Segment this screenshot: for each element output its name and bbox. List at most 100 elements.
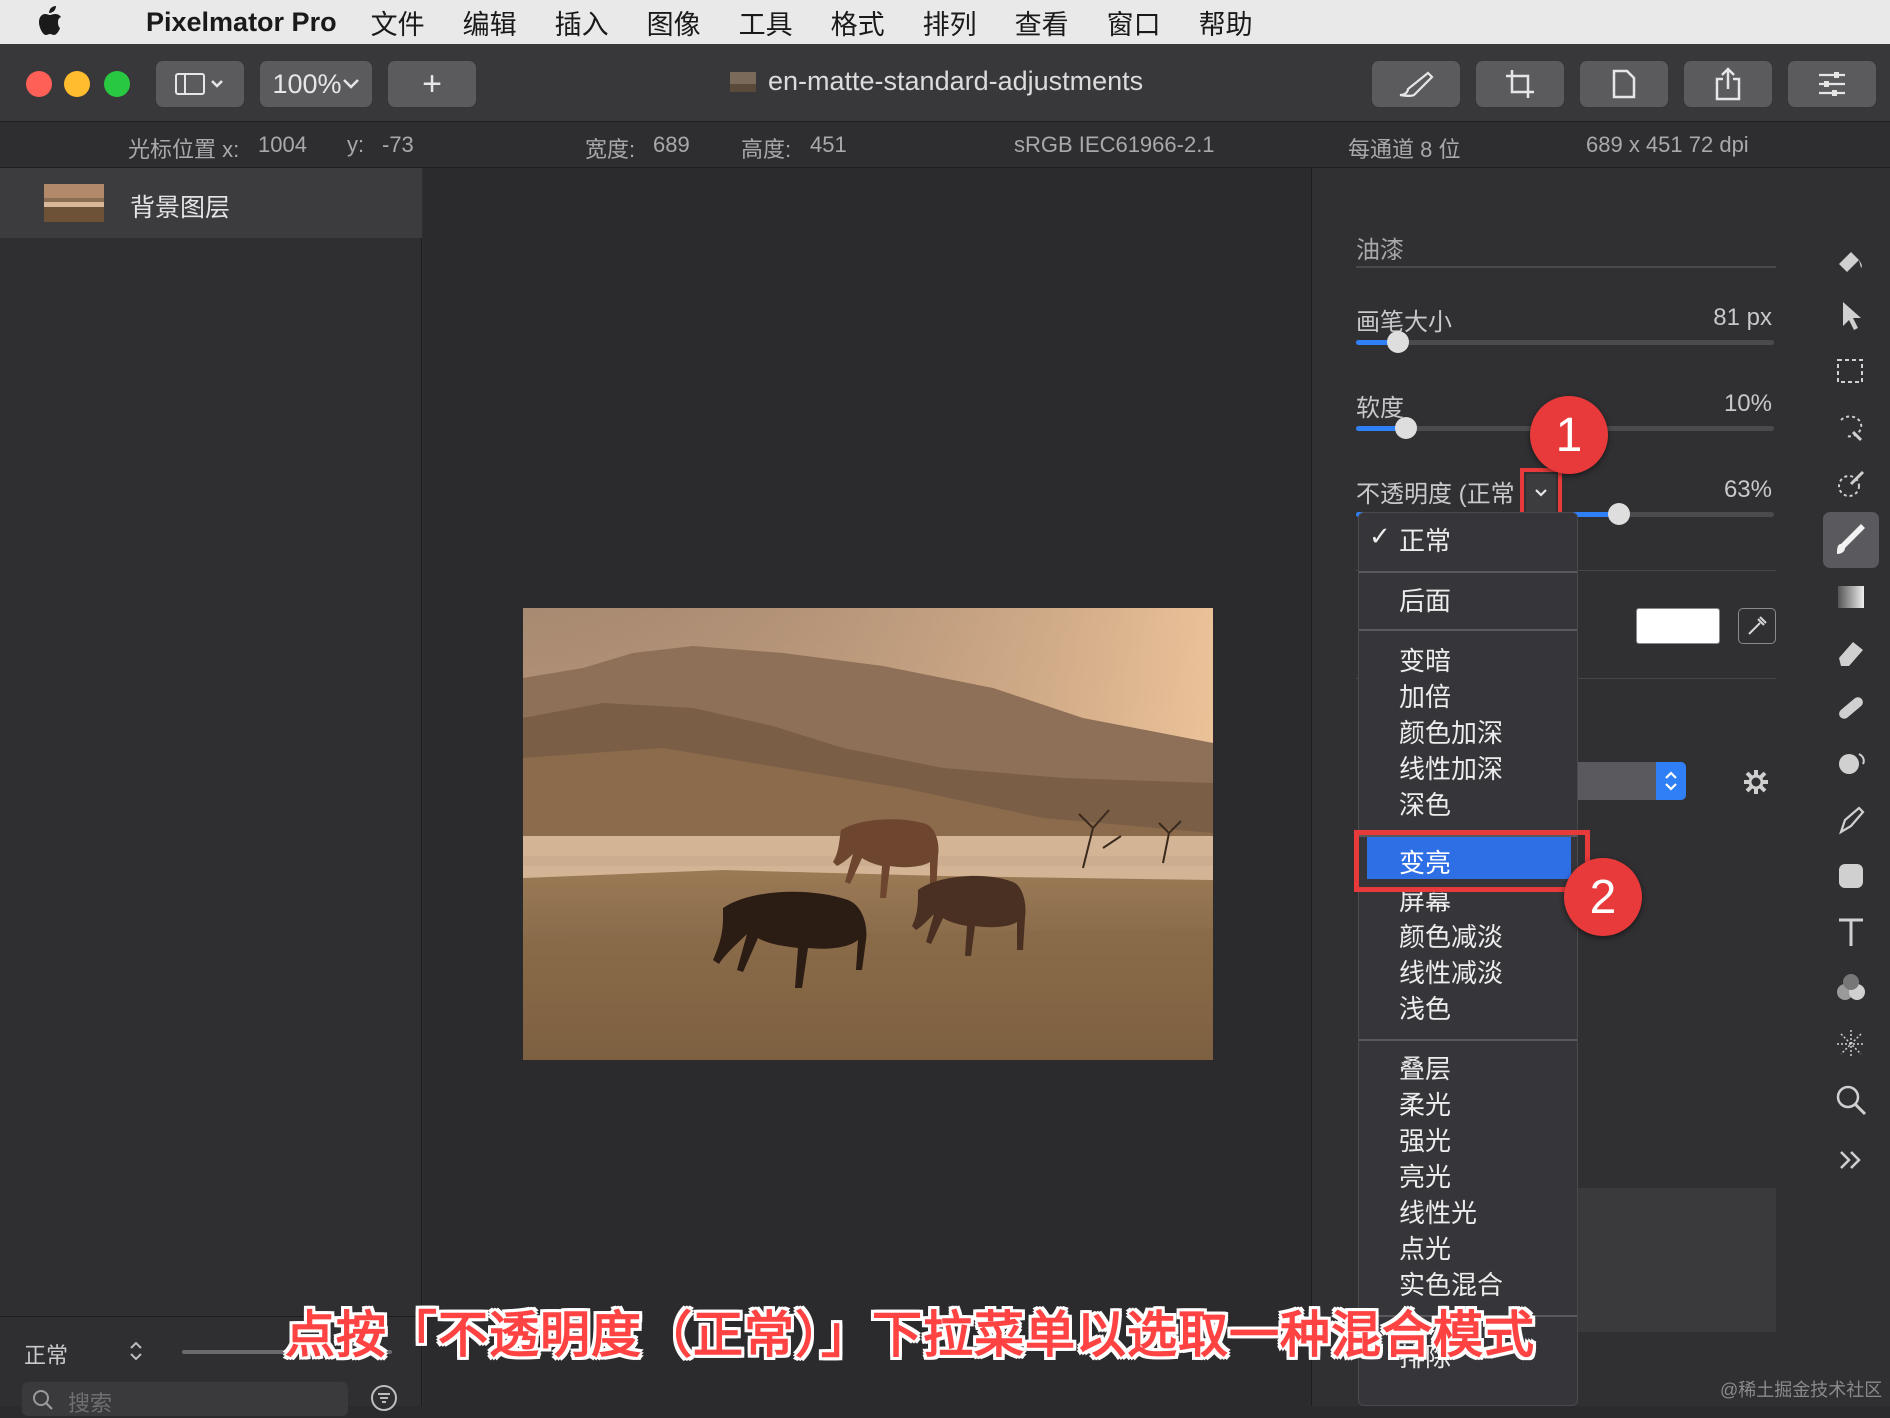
brush-size-knob[interactable] [1386, 331, 1409, 353]
brush-size-label: 画笔大小 [1356, 309, 1452, 336]
minimize-window-button[interactable] [64, 71, 90, 97]
menu-item-darker-color[interactable]: 深色 [1399, 785, 1451, 822]
info-bar: 光标位置 x: 1004 y: -73 宽度: 689 高度: 451 sRGB… [0, 122, 1890, 168]
menu-item-soft-light[interactable]: 柔光 [1399, 1085, 1451, 1122]
brush-preview [1562, 1188, 1776, 1332]
menu-item-linear-burn[interactable]: 线性加深 [1399, 749, 1503, 786]
menu-image[interactable]: 图像 [647, 3, 701, 42]
eyedropper-button[interactable] [1738, 608, 1776, 644]
image-canvas-photo[interactable] [523, 608, 1213, 1060]
cursor-y-label: y: [347, 132, 365, 157]
menu-item-behind[interactable]: 后面 [1399, 581, 1451, 618]
callout-step-2: 2 [1564, 858, 1642, 936]
menu-item-hard-light[interactable]: 强光 [1399, 1121, 1451, 1158]
up-down-chevron-icon[interactable] [128, 1338, 144, 1364]
opacity-value[interactable]: 63% [1612, 476, 1772, 504]
chevron-down-icon [1535, 489, 1547, 497]
softness-value[interactable]: 10% [1612, 390, 1772, 418]
opacity-blend-dropdown-button[interactable] [1526, 474, 1556, 514]
section-divider [1356, 266, 1776, 268]
layers-sidebar: 背景图层 正常 搜索 [0, 168, 422, 1416]
brush-tool-toolbar-button[interactable] [1372, 61, 1460, 107]
menu-item-color-burn[interactable]: 颜色加深 [1399, 713, 1503, 750]
menu-item-normal[interactable]: 正常 [1399, 521, 1451, 558]
zoom-window-button[interactable] [104, 71, 130, 97]
size-dpi: 689 x 451 72 dpi [1586, 132, 1749, 157]
menu-item-linear-light[interactable]: 线性光 [1399, 1193, 1477, 1230]
menu-item-pin-light[interactable]: 点光 [1399, 1229, 1451, 1266]
menu-insert[interactable]: 插入 [555, 3, 609, 42]
filter-icon[interactable] [370, 1384, 398, 1412]
menu-item-color-dodge[interactable]: 颜色减淡 [1399, 917, 1503, 954]
menu-edit[interactable]: 编辑 [463, 3, 517, 42]
opacity-knob[interactable] [1608, 503, 1631, 525]
menu-item-linear-dodge[interactable]: 线性减淡 [1399, 953, 1503, 990]
eyedropper-icon [1748, 616, 1767, 635]
tools-strip [1811, 168, 1890, 1406]
paint-brush-icon [1399, 71, 1434, 97]
document-thumbnail-icon [730, 71, 756, 92]
layer-blend-mode[interactable]: 正常 [24, 1338, 68, 1370]
add-button[interactable]: + [388, 61, 476, 107]
menu-arrange[interactable]: 排列 [923, 3, 977, 42]
menu-tools[interactable]: 工具 [739, 3, 793, 42]
color-profile: sRGB IEC61966-2.1 [1014, 132, 1215, 157]
bandage-repair-icon[interactable] [1833, 690, 1869, 726]
crop-button[interactable] [1476, 61, 1564, 107]
arrow-pointer-icon[interactable] [1833, 298, 1869, 334]
paint-tool-active[interactable] [1823, 512, 1879, 568]
apple-logo-icon[interactable] [38, 0, 100, 44]
share-button[interactable] [1684, 61, 1772, 107]
opacity-label: 不透明度 (正常 [1356, 481, 1515, 508]
layer-row[interactable]: 背景图层 [0, 168, 422, 238]
search-icon [33, 1390, 53, 1410]
document-title: en-matte-standard-adjustments [768, 66, 1144, 96]
adjustments-button[interactable] [1788, 61, 1876, 107]
menu-item-darken[interactable]: 变暗 [1399, 641, 1451, 678]
menu-help[interactable]: 帮助 [1199, 3, 1253, 42]
brush-size-slider[interactable] [1356, 331, 1774, 353]
menu-item-vivid-light[interactable]: 亮光 [1399, 1157, 1451, 1194]
softness-knob[interactable] [1395, 417, 1418, 439]
menu-item-multiply[interactable]: 加倍 [1399, 677, 1451, 714]
menu-file[interactable]: 文件 [371, 3, 425, 42]
eraser-icon[interactable] [1833, 634, 1869, 670]
format-button[interactable] [1580, 61, 1668, 107]
dropdown-stepper[interactable] [1656, 762, 1686, 800]
gradient-icon[interactable] [1833, 578, 1869, 614]
paint-brush-icon [1837, 524, 1865, 554]
close-window-button[interactable] [26, 71, 52, 97]
pen-icon[interactable] [1833, 802, 1869, 838]
color-select-icon[interactable] [1833, 466, 1869, 502]
sidebar-toggle-button[interactable] [156, 61, 244, 107]
retouch-icon[interactable] [1833, 746, 1869, 782]
instruction-caption: 点按「不透明度（正常）」下拉菜单以选取一种混合模式 [285, 1307, 1535, 1363]
menu-window[interactable]: 窗口 [1107, 3, 1161, 42]
menu-item-lighter-color[interactable]: 浅色 [1399, 989, 1451, 1026]
watermark: @稀土掘金技术社区 [1720, 1380, 1883, 1400]
double-chevron-right-icon[interactable] [1833, 1142, 1869, 1178]
smart-select-icon[interactable] [1833, 410, 1869, 446]
menu-view[interactable]: 查看 [1015, 3, 1069, 42]
canvas-area[interactable] [423, 168, 1311, 1406]
brush-size-value[interactable]: 81 px [1612, 304, 1772, 332]
section-title: 油漆 [1356, 237, 1404, 264]
menu-format[interactable]: 格式 [831, 3, 885, 42]
menu-separator [1359, 571, 1577, 573]
gear-icon[interactable] [1742, 768, 1770, 796]
menu-item-overlay[interactable]: 叠层 [1399, 1049, 1451, 1086]
zoom-tool-icon[interactable] [1833, 1082, 1869, 1118]
zoom-dropdown[interactable]: 100% [260, 61, 372, 107]
rectangle-select-icon[interactable] [1833, 354, 1869, 390]
color-adjust-icon[interactable] [1833, 970, 1869, 1006]
shape-icon[interactable] [1833, 858, 1869, 894]
toolbar: 100% + en-matte-standard-adjustments [0, 44, 1890, 122]
layer-search-input[interactable]: 搜索 [22, 1382, 348, 1416]
paint-bucket-icon[interactable] [1833, 242, 1869, 278]
text-tool-icon[interactable] [1833, 914, 1869, 950]
distort-icon[interactable] [1833, 1026, 1869, 1062]
crop-icon [1506, 70, 1534, 98]
document-title-area: en-matte-standard-adjustments [730, 66, 1143, 97]
color-swatch[interactable] [1636, 608, 1720, 644]
app-name-menu[interactable]: Pixelmator Pro [146, 7, 337, 38]
